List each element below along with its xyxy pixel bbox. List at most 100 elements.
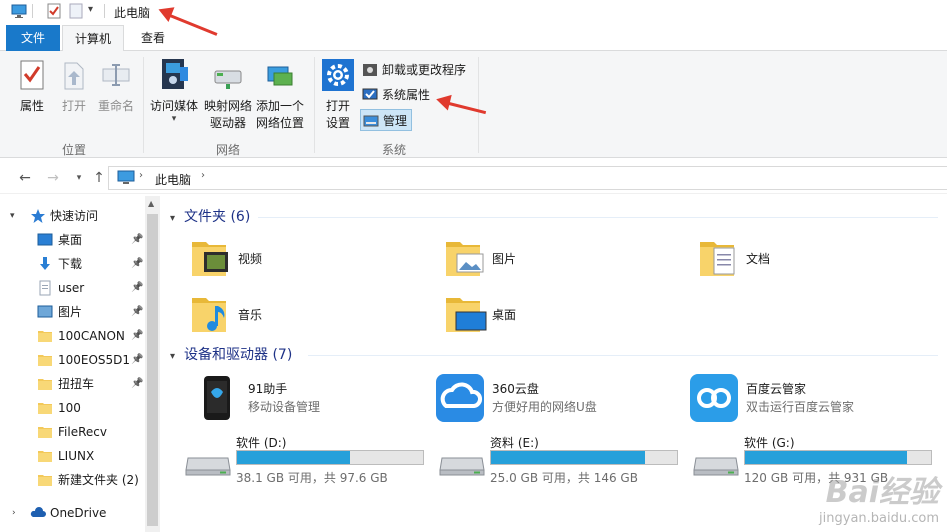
open-button[interactable]: 打开 <box>56 59 92 115</box>
nav-item[interactable]: 下载 📌 <box>0 252 145 276</box>
nav-item[interactable]: 图片 📌 <box>0 300 145 324</box>
breadcrumb-this-pc[interactable]: 此电脑 <box>155 171 191 188</box>
pin-icon[interactable]: 📌 <box>131 252 143 276</box>
quickaccess-dropdown-icon[interactable]: ▾ <box>88 4 93 15</box>
device-item[interactable]: 91助手移动设备管理 <box>192 374 442 426</box>
properties-icon <box>20 60 44 90</box>
properties-quickaccess-icon[interactable] <box>46 3 62 19</box>
tab-view[interactable]: 查看 <box>126 25 180 51</box>
pin-icon[interactable]: 📌 <box>131 228 143 252</box>
documents-folder-icon <box>700 242 735 276</box>
folder-icon <box>38 427 52 438</box>
drive-free-space: 25.0 GB 可用，共 146 GB <box>490 471 638 485</box>
folder-item[interactable]: 图片 <box>444 236 684 284</box>
breadcrumb-chevron-icon[interactable]: › <box>139 170 143 181</box>
collapse-chevron-icon[interactable]: › <box>12 501 16 525</box>
uninstall-programs-button[interactable]: 卸载或更改程序 <box>360 59 466 81</box>
device-app-icon <box>204 376 230 420</box>
device-item[interactable]: 百度云管家双击运行百度云管家 <box>690 374 940 426</box>
folder-name: 文档 <box>746 252 771 266</box>
nav-item[interactable]: 100CANON 📌 <box>0 324 145 348</box>
drive-item[interactable]: 资料 (E:) 25.0 GB 可用，共 146 GB <box>438 434 688 490</box>
nav-scroll-thumb[interactable] <box>147 214 158 526</box>
title-bar: ▾ 此电脑 <box>0 0 947 24</box>
watermark-url: jingyan.baidu.com <box>819 511 939 526</box>
nav-onedrive[interactable]: › OneDrive <box>0 501 145 525</box>
pin-icon[interactable]: 📌 <box>131 300 143 324</box>
uninstall-label: 卸载或更改程序 <box>382 63 467 77</box>
hard-drive-icon <box>185 457 231 476</box>
manage-label: 管理 <box>383 114 408 128</box>
expand-chevron-icon[interactable]: ▾ <box>10 204 15 228</box>
open-icon <box>64 62 84 90</box>
section-collapse-icon[interactable]: ▾ <box>170 346 184 368</box>
tab-file[interactable]: 文件 <box>6 25 60 51</box>
nav-item-label: 桌面 <box>58 233 83 247</box>
section-collapse-icon[interactable]: ▾ <box>170 208 184 230</box>
nav-item[interactable]: 桌面 📌 <box>0 228 145 252</box>
device-name: 360云盘 <box>492 382 539 396</box>
new-folder-quickaccess-icon[interactable] <box>68 3 84 19</box>
document-icon <box>39 280 51 296</box>
open-settings-button[interactable]: 打开 设置 <box>320 59 356 132</box>
device-item[interactable]: 360云盘 方便好用的网络U盘 <box>436 374 686 426</box>
forward-arrow-icon[interactable]: → <box>44 168 62 188</box>
folder-icon <box>38 379 52 390</box>
add-location-label-2: 网络位置 <box>255 116 304 130</box>
device-name: 91助手 <box>248 382 288 396</box>
scroll-up-icon[interactable]: ▲ <box>148 199 154 208</box>
map-network-drive-button[interactable]: 映射网络 驱动器 <box>202 63 254 132</box>
folder-item[interactable]: 桌面 <box>444 292 684 340</box>
pin-icon[interactable]: 📌 <box>131 348 143 372</box>
back-arrow-icon[interactable]: ← <box>16 168 34 188</box>
system-properties-button[interactable]: 系统属性 <box>360 84 430 106</box>
breadcrumb-chevron-icon[interactable]: › <box>201 170 205 181</box>
rename-button[interactable]: 重命名 <box>96 59 136 115</box>
device-description: 移动设备管理 <box>248 400 321 414</box>
devices-header-label: 设备和驱动器 (7) <box>184 347 293 363</box>
up-arrow-icon[interactable]: ↑ <box>90 168 108 188</box>
system-properties-icon <box>362 88 378 100</box>
nav-quick-access[interactable]: ▾ 快速访问 <box>0 204 145 228</box>
nav-item-label: FileRecv <box>58 425 107 439</box>
drive-usage-bar <box>236 450 424 465</box>
map-drive-icon <box>214 70 242 89</box>
group-label-location: 位置 <box>62 143 87 157</box>
nav-quick-access-label: 快速访问 <box>50 209 99 223</box>
manage-button[interactable]: 管理 <box>360 109 413 131</box>
folders-section-header[interactable]: ▾ 文件夹 (6) <box>170 206 250 228</box>
folder-item[interactable]: 音乐 <box>190 292 430 340</box>
map-drive-label-1: 映射网络 <box>203 99 252 113</box>
drive-item[interactable]: 软件 (D:) 38.1 GB 可用，共 97.6 GB <box>184 434 434 490</box>
nav-item[interactable]: 100 <box>0 396 145 420</box>
nav-item-label: 100EOS5D1 <box>58 353 131 367</box>
nav-scrollbar[interactable]: ▲ <box>145 196 160 532</box>
folder-item[interactable]: 文档 <box>698 236 938 284</box>
nav-item[interactable]: user 📌 <box>0 276 145 300</box>
pin-icon[interactable]: 📌 <box>131 276 143 300</box>
nav-item-label: 100CANON <box>58 329 125 343</box>
add-network-location-button[interactable]: 添加一个 网络位置 <box>254 63 306 132</box>
device-description: 双击运行百度云管家 <box>746 400 855 414</box>
properties-button[interactable]: 属性 <box>14 59 50 115</box>
add-location-label-1: 添加一个 <box>255 99 304 113</box>
folder-item[interactable]: 视频 <box>190 236 430 284</box>
tab-computer[interactable]: 计算机 <box>62 25 124 52</box>
recent-locations-chevron-icon[interactable]: ▾ <box>70 168 88 188</box>
pin-icon[interactable]: 📌 <box>131 372 143 396</box>
pin-icon[interactable]: 📌 <box>131 324 143 348</box>
drive-free-space: 38.1 GB 可用，共 97.6 GB <box>236 471 388 485</box>
manage-icon <box>363 115 379 127</box>
access-media-button[interactable]: 访问媒体 ▾ <box>148 57 200 124</box>
drive-usage-bar <box>490 450 678 465</box>
nav-item[interactable]: FileRecv <box>0 420 145 444</box>
nav-item[interactable]: 扭扭车 📌 <box>0 372 145 396</box>
devices-section-header[interactable]: ▾ 设备和驱动器 (7) <box>170 344 292 366</box>
folder-icon <box>38 403 52 414</box>
device-name: 百度云管家 <box>746 382 807 396</box>
nav-item[interactable]: 新建文件夹 (2) <box>0 468 145 492</box>
address-input[interactable]: › 此电脑 › <box>108 166 947 190</box>
nav-item[interactable]: 100EOS5D1 📌 <box>0 348 145 372</box>
nav-item[interactable]: LIUNX <box>0 444 145 468</box>
network-location-icon <box>267 66 293 86</box>
